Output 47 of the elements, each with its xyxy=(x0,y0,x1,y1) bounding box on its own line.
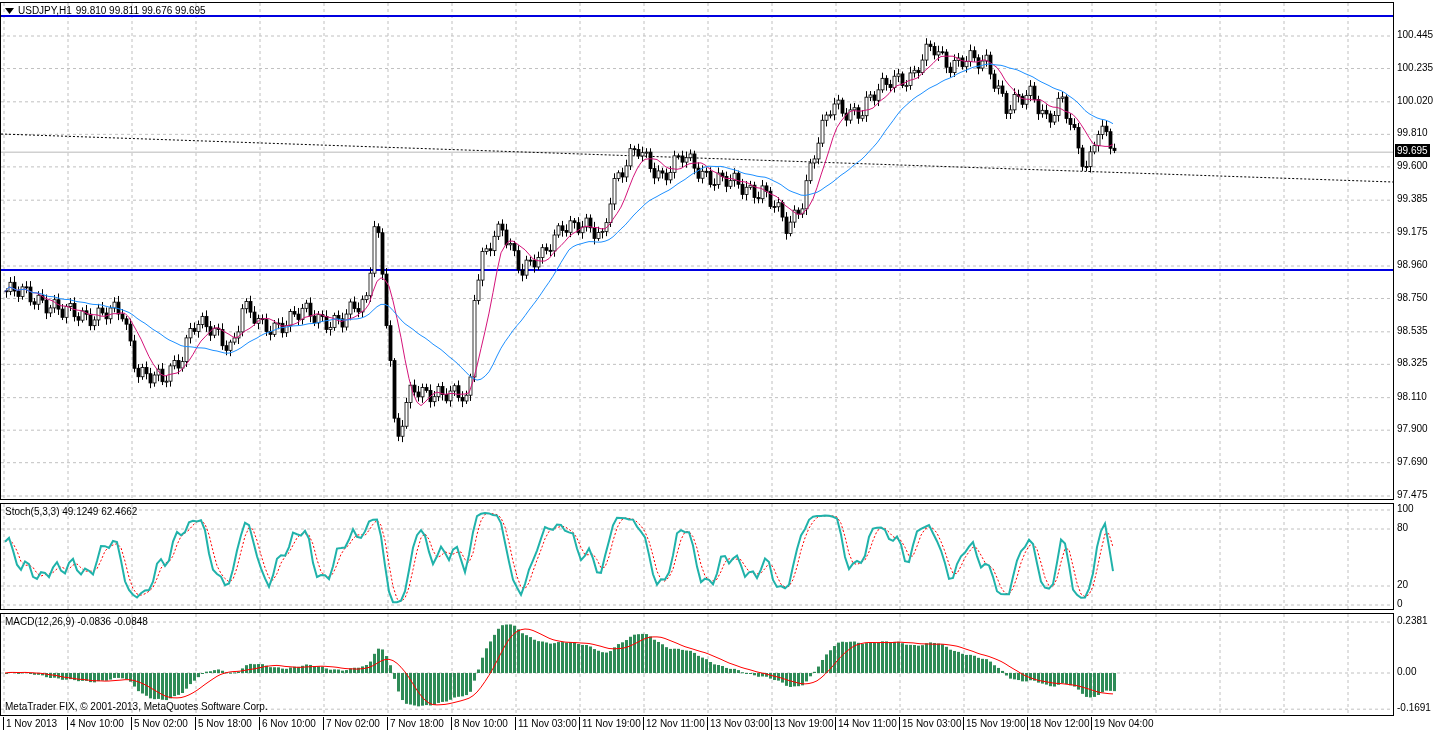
indicator-label: Stoch(5,3,3) 49.1249 62.4662 xyxy=(5,506,138,517)
indicator-scale-label: 20 xyxy=(1397,578,1409,591)
indicator-scale-label: 0 xyxy=(1397,597,1403,610)
price-label: 97.900 xyxy=(1397,422,1428,436)
time-label: 7 Nov 18:00 xyxy=(387,717,444,730)
time-label: 4 Nov 10:00 xyxy=(67,717,124,730)
price-label: 99.810 xyxy=(1397,126,1428,140)
time-label: 13 Nov 19:00 xyxy=(771,717,834,730)
price-label: 100.445 xyxy=(1397,28,1434,41)
price-label: 97.475 xyxy=(1397,488,1428,501)
price-label: 99.600 xyxy=(1397,158,1428,172)
copyright-text: MetaTrader FIX, © 2001-2013, MetaQuotes Software Corp. xyxy=(5,701,268,712)
time-label: 1 Nov 2013 xyxy=(3,717,58,730)
time-label: 15 Nov 03:00 xyxy=(899,717,962,730)
time-label: 18 Nov 12:00 xyxy=(1027,717,1090,730)
price-label: 100.020 xyxy=(1397,93,1434,107)
price-label: 100.235 xyxy=(1397,60,1434,74)
price-label: 98.750 xyxy=(1397,290,1428,304)
indicator-scale-label: 0.2381 xyxy=(1397,614,1428,628)
time-label: 5 Nov 18:00 xyxy=(195,717,252,730)
indicator-scale-label: -0.1691 xyxy=(1397,701,1431,715)
indicator-scale-label: 0.00 xyxy=(1397,665,1417,678)
time-label: 8 Nov 10:00 xyxy=(451,717,508,730)
price-label: 97.690 xyxy=(1397,454,1428,468)
time-label: 13 Nov 03:00 xyxy=(707,717,770,730)
time-label: 11 Nov 19:00 xyxy=(579,717,641,730)
dropdown-triangle-icon[interactable] xyxy=(5,7,14,14)
symbol-label: USDJPY,H1 xyxy=(18,5,72,16)
ohlc-values: 99.810 99.811 99.676 99.695 xyxy=(75,5,206,16)
time-label: 14 Nov 11:00 xyxy=(835,717,897,730)
indicator-label: MACD(12,26,9) -0.0836 -0.0848 xyxy=(5,616,148,627)
time-label: 5 Nov 02:00 xyxy=(131,717,188,730)
price-label: 98.110 xyxy=(1397,389,1427,403)
time-label: 7 Nov 02:00 xyxy=(323,717,380,730)
time-label: 15 Nov 19:00 xyxy=(963,717,1026,730)
price-label: 99.385 xyxy=(1397,192,1428,206)
current-price-label: 99.695 xyxy=(1395,144,1430,158)
time-label: 12 Nov 11:00 xyxy=(643,717,705,730)
price-label: 99.175 xyxy=(1397,224,1428,238)
price-label: 98.535 xyxy=(1397,323,1428,337)
time-label: 11 Nov 03:00 xyxy=(515,717,577,730)
time-label: 19 Nov 04:00 xyxy=(1091,717,1154,730)
price-label: 98.325 xyxy=(1397,356,1428,370)
indicator-scale-label: 80 xyxy=(1397,521,1409,534)
indicator-scale-label: 100 xyxy=(1397,502,1414,515)
price-label: 98.960 xyxy=(1397,258,1428,271)
time-label: 6 Nov 10:00 xyxy=(259,717,316,730)
